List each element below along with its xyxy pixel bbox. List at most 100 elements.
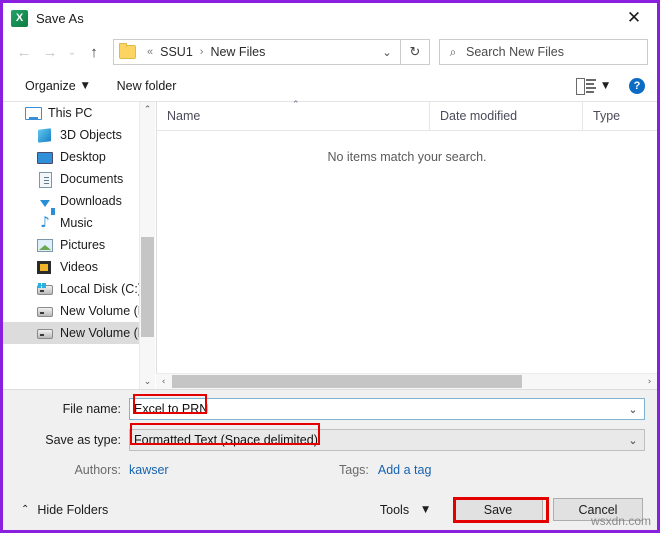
new-folder-button[interactable]: New folder bbox=[109, 76, 185, 96]
column-header-type[interactable]: Type bbox=[582, 102, 657, 130]
metadata-row: Authors: kawser Tags: Add a tag bbox=[3, 458, 657, 482]
chevron-down-icon: ▼ bbox=[81, 81, 89, 91]
pc-icon bbox=[25, 105, 42, 121]
scrollbar-thumb[interactable] bbox=[172, 375, 522, 388]
chevron-down-icon[interactable]: ⌄ bbox=[622, 430, 644, 450]
refresh-icon[interactable]: ↻ bbox=[401, 39, 430, 65]
navigation-pane: This PC 3D Objects Desktop Documents Dow… bbox=[3, 102, 155, 389]
file-list-horizontal-scrollbar[interactable]: ‹ › bbox=[156, 373, 657, 389]
sidebar-item-this-pc[interactable]: This PC bbox=[3, 102, 155, 124]
address-bar[interactable]: « SSU1 › New Files ⌄ bbox=[113, 39, 401, 65]
save-as-type-value: Formatted Text (Space delimited) bbox=[134, 433, 318, 447]
dialog-footer: ⌃ Hide Folders Tools ▼ Save Cancel bbox=[3, 489, 657, 530]
drive-icon bbox=[37, 303, 53, 319]
authors-value[interactable]: kawser bbox=[129, 463, 169, 477]
tools-button[interactable]: Tools ▼ bbox=[374, 499, 435, 521]
new-folder-label: New folder bbox=[116, 79, 177, 93]
sidebar-item-label: Downloads bbox=[60, 193, 122, 208]
sidebar-item-label: This PC bbox=[48, 105, 93, 120]
folder-icon bbox=[119, 43, 136, 59]
view-dropdown-icon[interactable]: ▼ bbox=[600, 81, 617, 91]
recent-locations-icon[interactable]: ⌄ bbox=[63, 39, 81, 65]
3d-objects-icon bbox=[37, 127, 53, 143]
column-header-label: Date modified bbox=[440, 109, 518, 123]
column-header-date-modified[interactable]: Date modified bbox=[429, 102, 582, 130]
desktop-icon bbox=[37, 149, 53, 165]
column-headers: Name ⌃ Date modified Type bbox=[157, 100, 657, 131]
save-button[interactable]: Save bbox=[453, 498, 543, 521]
sidebar-item-pictures[interactable]: Pictures bbox=[3, 234, 155, 256]
sidebar-item-3d-objects[interactable]: 3D Objects bbox=[3, 124, 155, 146]
footer-actions: Tools ▼ Save Cancel bbox=[374, 498, 643, 521]
sidebar-item-label: Videos bbox=[60, 259, 98, 274]
sidebar-item-downloads[interactable]: Downloads bbox=[3, 190, 155, 215]
picture-icon bbox=[37, 237, 53, 253]
help-icon[interactable]: ? bbox=[629, 78, 645, 94]
search-input[interactable]: ⌕ Search New Files bbox=[439, 39, 648, 65]
search-placeholder: Search New Files bbox=[466, 45, 564, 59]
scroll-left-icon[interactable]: ‹ bbox=[156, 374, 171, 389]
add-a-tag-link[interactable]: Add a tag bbox=[378, 463, 432, 477]
view-layout-icon[interactable] bbox=[576, 78, 597, 95]
drive-icon bbox=[37, 281, 53, 297]
close-icon[interactable]: ✕ bbox=[611, 3, 657, 33]
chevron-down-icon[interactable]: ⌄ bbox=[622, 399, 644, 419]
sidebar-item-label: Pictures bbox=[60, 237, 106, 252]
authors-label: Authors: bbox=[74, 463, 121, 477]
column-header-label: Type bbox=[593, 109, 621, 123]
sidebar-item-label: Local Disk (C:) bbox=[60, 281, 142, 296]
hide-folders-label: Hide Folders bbox=[37, 502, 109, 517]
sidebar-item-documents[interactable]: Documents bbox=[3, 168, 155, 190]
up-icon[interactable]: ↑ bbox=[81, 39, 107, 65]
scrollbar-thumb[interactable] bbox=[141, 237, 154, 337]
window-title: Save As bbox=[36, 10, 84, 26]
sidebar-item-desktop[interactable]: Desktop bbox=[3, 146, 155, 168]
scroll-down-icon[interactable]: ⌄ bbox=[140, 374, 155, 389]
breadcrumb-separator: › bbox=[199, 46, 204, 58]
sidebar-item-new-volume-d[interactable]: New Volume (D:) bbox=[3, 300, 155, 322]
music-icon: ♪ bbox=[40, 213, 50, 231]
excel-icon: X bbox=[11, 9, 28, 27]
sidebar-item-local-disk-c[interactable]: Local Disk (C:) bbox=[3, 278, 155, 300]
title-bar: X Save As ✕ bbox=[3, 3, 657, 33]
sidebar-item-label: Music bbox=[60, 215, 93, 230]
command-bar-right: ▼ ? bbox=[576, 78, 645, 95]
save-as-dialog: X Save As ✕ ← → ⌄ ↑ « SSU1 › New Files ⌄… bbox=[0, 0, 660, 533]
download-icon bbox=[37, 193, 55, 215]
sidebar-item-new-volume-e[interactable]: New Volume (E:) bbox=[3, 322, 155, 344]
chevron-down-icon: ▼ bbox=[422, 504, 429, 515]
navigation-bar: ← → ⌄ ↑ « SSU1 › New Files ⌄ ↻ ⌕ Search … bbox=[3, 33, 657, 71]
organize-button[interactable]: Organize ▼ bbox=[17, 76, 97, 96]
address-dropdown-icon[interactable]: ⌄ bbox=[374, 40, 400, 64]
scroll-up-icon[interactable]: ⌃ bbox=[140, 102, 155, 117]
sidebar-scrollbar[interactable]: ⌃ ⌄ bbox=[139, 102, 155, 389]
chevron-up-icon: ⌃ bbox=[21, 504, 30, 515]
file-name-label: File name: bbox=[62, 402, 121, 416]
sidebar-item-music[interactable]: ♪ Music bbox=[3, 212, 155, 234]
sidebar-item-label: Desktop bbox=[60, 149, 106, 164]
column-header-label: Name bbox=[167, 109, 201, 123]
save-as-type-select[interactable]: Formatted Text (Space delimited) ⌄ bbox=[129, 429, 645, 451]
save-as-type-label: Save as type: bbox=[45, 433, 121, 447]
breadcrumb-segment-new-files[interactable]: New Files bbox=[208, 45, 267, 59]
document-icon bbox=[37, 171, 53, 188]
sort-ascending-icon: ⌃ bbox=[292, 100, 300, 110]
sidebar-item-videos[interactable]: Videos bbox=[3, 256, 155, 278]
file-name-input[interactable]: Excel to PRN ⌄ bbox=[129, 398, 645, 420]
back-icon[interactable]: ← bbox=[11, 39, 37, 65]
breadcrumb-segment-ssu1[interactable]: SSU1 bbox=[158, 45, 195, 59]
organize-label: Organize bbox=[25, 79, 76, 93]
file-list-pane: Name ⌃ Date modified Type No items match… bbox=[156, 100, 657, 389]
column-header-name[interactable]: Name ⌃ bbox=[157, 100, 429, 130]
sidebar-item-label: Documents bbox=[60, 171, 124, 186]
scroll-right-icon[interactable]: › bbox=[642, 374, 657, 389]
forward-icon[interactable]: → bbox=[37, 39, 63, 65]
breadcrumb-overflow[interactable]: « bbox=[142, 46, 158, 58]
save-as-type-row: Save as type: Formatted Text (Space deli… bbox=[3, 428, 657, 452]
hide-folders-button[interactable]: ⌃ Hide Folders bbox=[21, 503, 108, 517]
drive-icon bbox=[37, 325, 53, 341]
tags-label: Tags: bbox=[339, 463, 369, 477]
cancel-button[interactable]: Cancel bbox=[553, 498, 643, 521]
empty-list-message: No items match your search. bbox=[327, 150, 487, 164]
tags-group: Tags: Add a tag bbox=[339, 463, 431, 477]
